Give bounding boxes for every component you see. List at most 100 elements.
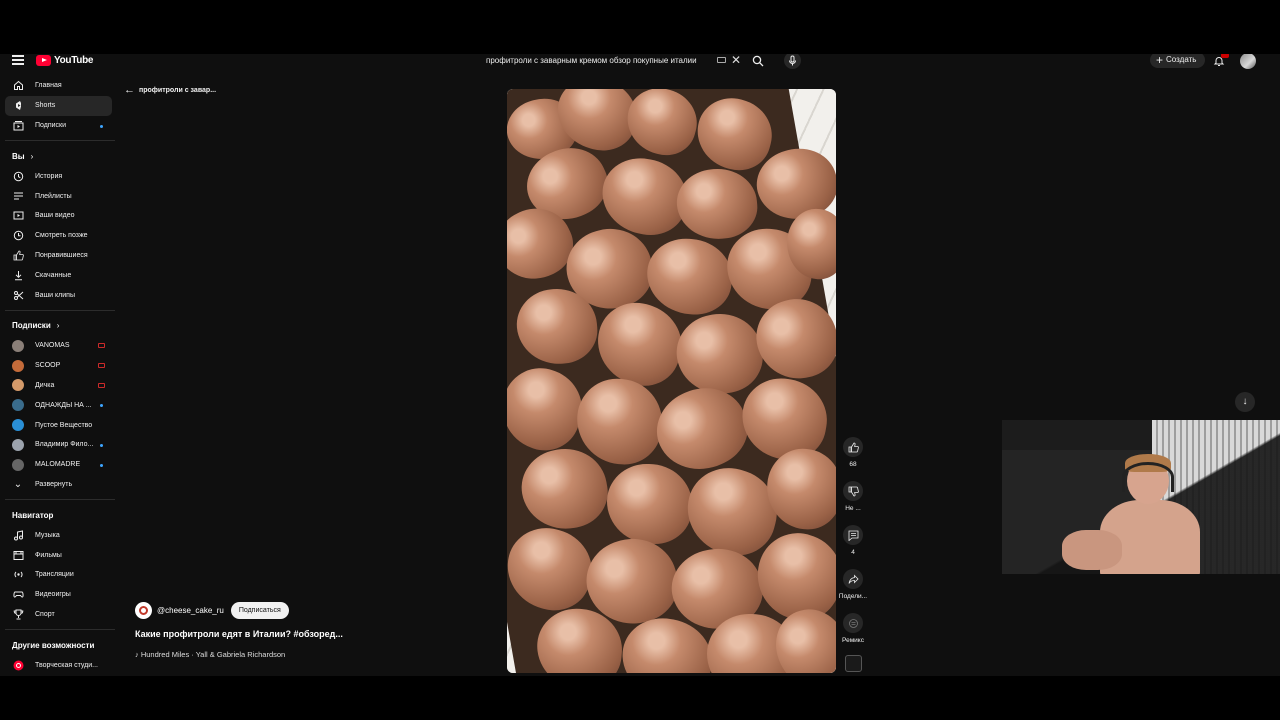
subscribe-button[interactable]: Подписаться (230, 602, 289, 619)
create-button[interactable]: + Создать (1150, 54, 1205, 68)
share-button[interactable] (843, 569, 863, 589)
sidebar-item-history[interactable]: История (5, 166, 112, 186)
sidebar-item-music[interactable]: Музыка (5, 525, 112, 545)
remix-button[interactable] (843, 613, 863, 633)
logo-text: YouTube (54, 55, 94, 66)
sidebar-item-liked[interactable]: Понравившиеся (5, 246, 112, 266)
video-title[interactable]: Какие профитроли едят в Италии? #обзоред… (135, 629, 343, 639)
watch-later-icon (12, 230, 24, 242)
subscription-channel[interactable]: Владимир Фило... (5, 435, 112, 455)
youtube-window: YouTube профитроли с заварным кремом обз… (0, 54, 1280, 676)
sidebar-item-studio[interactable]: Творческая студи... (5, 655, 112, 675)
remix-label: Ремикс (842, 637, 864, 644)
section-subscriptions-header[interactable]: Подписки › (0, 316, 120, 336)
clear-search-icon[interactable]: ✕ (731, 54, 741, 66)
sidebar-item-subscriptions[interactable]: Подписки (5, 116, 112, 136)
remix-icon (848, 618, 858, 628)
voice-search-icon[interactable] (784, 54, 801, 69)
arrow-left-icon: ← (124, 84, 135, 96)
section-you-header[interactable]: Вы › (0, 146, 120, 166)
sidebar-item-label: Видеоигры (35, 591, 71, 599)
sidebar-item-label: Фильмы (35, 551, 62, 559)
back-button[interactable]: ← профитроли с завар... (124, 84, 216, 96)
thumbs-down-icon (848, 486, 859, 496)
next-short-button[interactable]: ↓ (1235, 392, 1255, 412)
sidebar-divider (5, 629, 115, 631)
webcam-overlay (1002, 420, 1280, 574)
arrow-down-icon: ↓ (1242, 396, 1248, 407)
channel-avatar (12, 339, 24, 352)
sound-thumbnail[interactable] (845, 655, 862, 672)
new-content-dot (100, 443, 103, 447)
dislike-action: Не ... (843, 481, 863, 512)
sidebar-item-your-videos[interactable]: Ваши видео (5, 206, 112, 226)
like-action: 68 (843, 437, 863, 468)
channel-name: MALOMADRE (35, 461, 81, 469)
home-icon (12, 80, 24, 92)
sidebar-item-downloads[interactable]: Скачанные (5, 265, 112, 285)
sidebar-divider (5, 499, 115, 501)
sidebar-item-label: Музыка (35, 531, 60, 539)
your-videos-icon (12, 210, 24, 222)
sidebar-item-sport[interactable]: Спорт (5, 605, 112, 625)
subscription-channel[interactable]: SCOOP (5, 356, 112, 376)
subscription-channel[interactable]: Пустое Вещество (5, 415, 112, 435)
channel-avatar[interactable] (135, 602, 152, 619)
sidebar-item-label: Ваши видео (35, 212, 75, 220)
subscription-channel[interactable]: ОДНАЖДЫ НА ... (5, 395, 112, 415)
sport-icon (12, 608, 24, 620)
studio-icon (12, 659, 24, 671)
like-button[interactable] (843, 437, 863, 457)
section-explore-header: Навигатор (12, 510, 54, 520)
menu-icon[interactable] (12, 55, 24, 65)
sidebar-item-playlists[interactable]: Плейлисты (5, 186, 112, 206)
sidebar-item-clips[interactable]: Ваши клипы (5, 285, 112, 305)
new-content-dot (100, 404, 103, 408)
share-icon (848, 574, 859, 584)
channel-avatar (12, 419, 24, 432)
sidebar-item-home[interactable]: Главная (5, 76, 112, 96)
channel-avatar (12, 399, 24, 412)
channel-name: SCOOP (35, 362, 61, 370)
short-video-player[interactable] (507, 89, 836, 673)
plus-icon: + (1156, 54, 1164, 67)
like-count: 68 (849, 461, 857, 468)
sidebar-item-gaming[interactable]: Видеоигры (5, 585, 112, 605)
keyboard-icon[interactable] (717, 57, 726, 63)
downloads-icon (12, 269, 24, 281)
sidebar-item-live[interactable]: Трансляции (5, 565, 112, 585)
youtube-logo[interactable]: YouTube (36, 55, 94, 66)
subscription-channel[interactable]: MALOMADRE (5, 455, 112, 475)
sidebar-item-movies[interactable]: Фильмы (5, 545, 112, 565)
subscription-channel[interactable]: Дичка (5, 376, 112, 396)
shorts-icon (12, 100, 24, 112)
search-input[interactable]: профитроли с заварным кремом обзор покуп… (480, 54, 745, 67)
liked-icon (12, 249, 24, 261)
music-credit[interactable]: ♪ Hundred Miles · Yall & Gabriela Richar… (135, 650, 285, 659)
headphones-icon (1122, 462, 1174, 492)
chevron-down-icon: ⌄ (13, 478, 23, 490)
channel-row: @cheese_cake_ru Подписаться (135, 602, 289, 619)
channel-avatar (12, 359, 24, 372)
sidebar-item-watch-later[interactable]: Смотреть позже (5, 226, 112, 246)
sidebar-item-label: Смотреть позже (35, 232, 88, 240)
subscription-channel[interactable]: VANOMAS (5, 336, 112, 356)
screen: YouTube профитроли с заварным кремом обз… (0, 0, 1280, 720)
channel-name: ОДНАЖДЫ НА ... (35, 401, 92, 409)
thumbs-up-icon (848, 442, 859, 452)
channel-avatar (12, 379, 24, 392)
share-label: Подели... (838, 593, 868, 600)
top-bar: YouTube профитроли с заварным кремом обз… (0, 54, 1280, 69)
comments-button[interactable] (843, 525, 863, 545)
account-avatar[interactable] (1240, 54, 1256, 69)
sidebar-item-shorts[interactable]: Shorts (5, 95, 112, 116)
live-indicator-icon (98, 362, 105, 368)
sidebar-item-label: Трансляции (35, 571, 74, 579)
webcam-person-arm (1062, 530, 1122, 570)
dislike-button[interactable] (843, 481, 863, 501)
movies-icon (12, 549, 24, 561)
share-action: Подели... (839, 569, 867, 600)
expand-subscriptions-button[interactable]: ⌄ Развернуть (5, 475, 112, 495)
channel-name[interactable]: @cheese_cake_ru (157, 606, 224, 615)
search-icon[interactable] (752, 54, 766, 67)
